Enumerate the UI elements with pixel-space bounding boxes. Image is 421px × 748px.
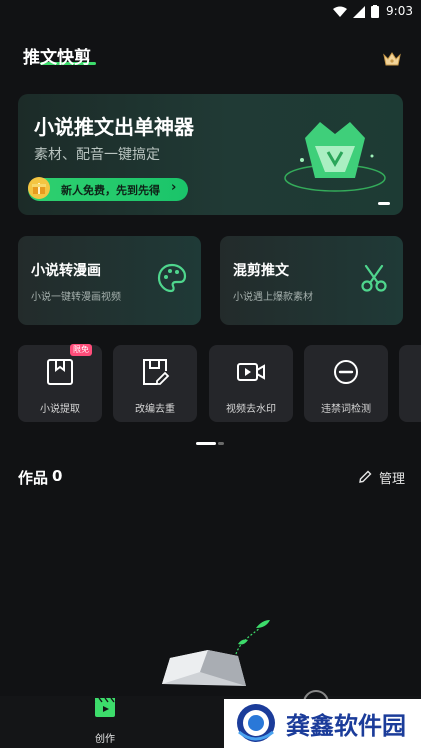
wifi-icon (333, 6, 347, 17)
watermark-logo-icon (237, 704, 275, 742)
tool-forbidden-words[interactable]: 违禁词检测 (304, 345, 388, 422)
app-title: 推文快剪 (23, 48, 91, 68)
tool-novel-extract[interactable]: 限免 小说提取 (18, 344, 102, 422)
free-badge: 限免 (70, 344, 92, 356)
chevron-right-icon: › (171, 180, 177, 195)
new-user-free-button[interactable]: 新人免费，先到先得 › (28, 177, 188, 201)
edit-doc-icon (143, 359, 170, 385)
tool-label: 视频去水印 (226, 404, 276, 415)
tool-remove-watermark[interactable]: 视频去水印 (209, 345, 293, 422)
extract-icon (47, 359, 73, 385)
card-novel-to-comic[interactable]: 小说转漫画 小说一键转漫画视频 (18, 236, 201, 325)
tool-more-partial[interactable] (399, 345, 421, 422)
works-label: 作品 (18, 469, 49, 487)
gift-icon (28, 177, 50, 199)
card-mixed-cut[interactable]: 混剪推文 小说遇上爆款素材 (220, 236, 403, 325)
banner-page-indicator (378, 202, 390, 205)
tool-label: 小说提取 (40, 404, 80, 415)
card-subtitle: 小说遇上爆款素材 (233, 292, 313, 303)
manage-label: 管理 (379, 472, 406, 487)
nav-create-label: 创作 (95, 734, 115, 745)
forbidden-icon (334, 360, 358, 384)
card-title: 混剪推文 (233, 263, 289, 279)
battery-icon (371, 5, 379, 18)
signal-icon (353, 5, 365, 18)
tools-page-indicator-active (196, 442, 216, 445)
crown-icon[interactable] (383, 51, 401, 67)
banner-title: 小说推文出单神器 (34, 115, 194, 139)
works-count: 0 (52, 467, 63, 485)
palette-icon (157, 263, 187, 293)
manage-button[interactable]: 管理 (358, 468, 410, 487)
clapperboard-icon (95, 697, 115, 717)
tool-adapt-dedup[interactable]: 改编去重 (113, 345, 197, 422)
nav-create[interactable]: 创作 (82, 696, 128, 748)
tool-label: 改编去重 (135, 404, 175, 415)
empty-box-illustration (162, 620, 270, 686)
promo-banner[interactable]: 小说推文出单神器 素材、配音一键搞定 新人免费，先到先得 › (18, 94, 403, 215)
pencil-icon (359, 470, 372, 483)
new-user-free-label: 新人免费，先到先得 (61, 184, 160, 197)
gem-crown-icon (284, 122, 386, 192)
video-icon (237, 363, 265, 381)
watermark-text: 龚鑫软件园 (286, 711, 406, 740)
status-time: 9:03 (386, 4, 413, 18)
scissors-icon (361, 264, 387, 292)
status-bar: 9:03 (0, 0, 421, 24)
tools-page-indicator (218, 442, 224, 445)
status-icons (333, 5, 379, 18)
watermark: 龚鑫软件园 (224, 699, 421, 748)
card-subtitle: 小说一键转漫画视频 (31, 292, 121, 303)
card-title: 小说转漫画 (31, 263, 101, 279)
tool-label: 违禁词检测 (321, 404, 371, 415)
banner-subtitle: 素材、配音一键搞定 (34, 147, 160, 163)
